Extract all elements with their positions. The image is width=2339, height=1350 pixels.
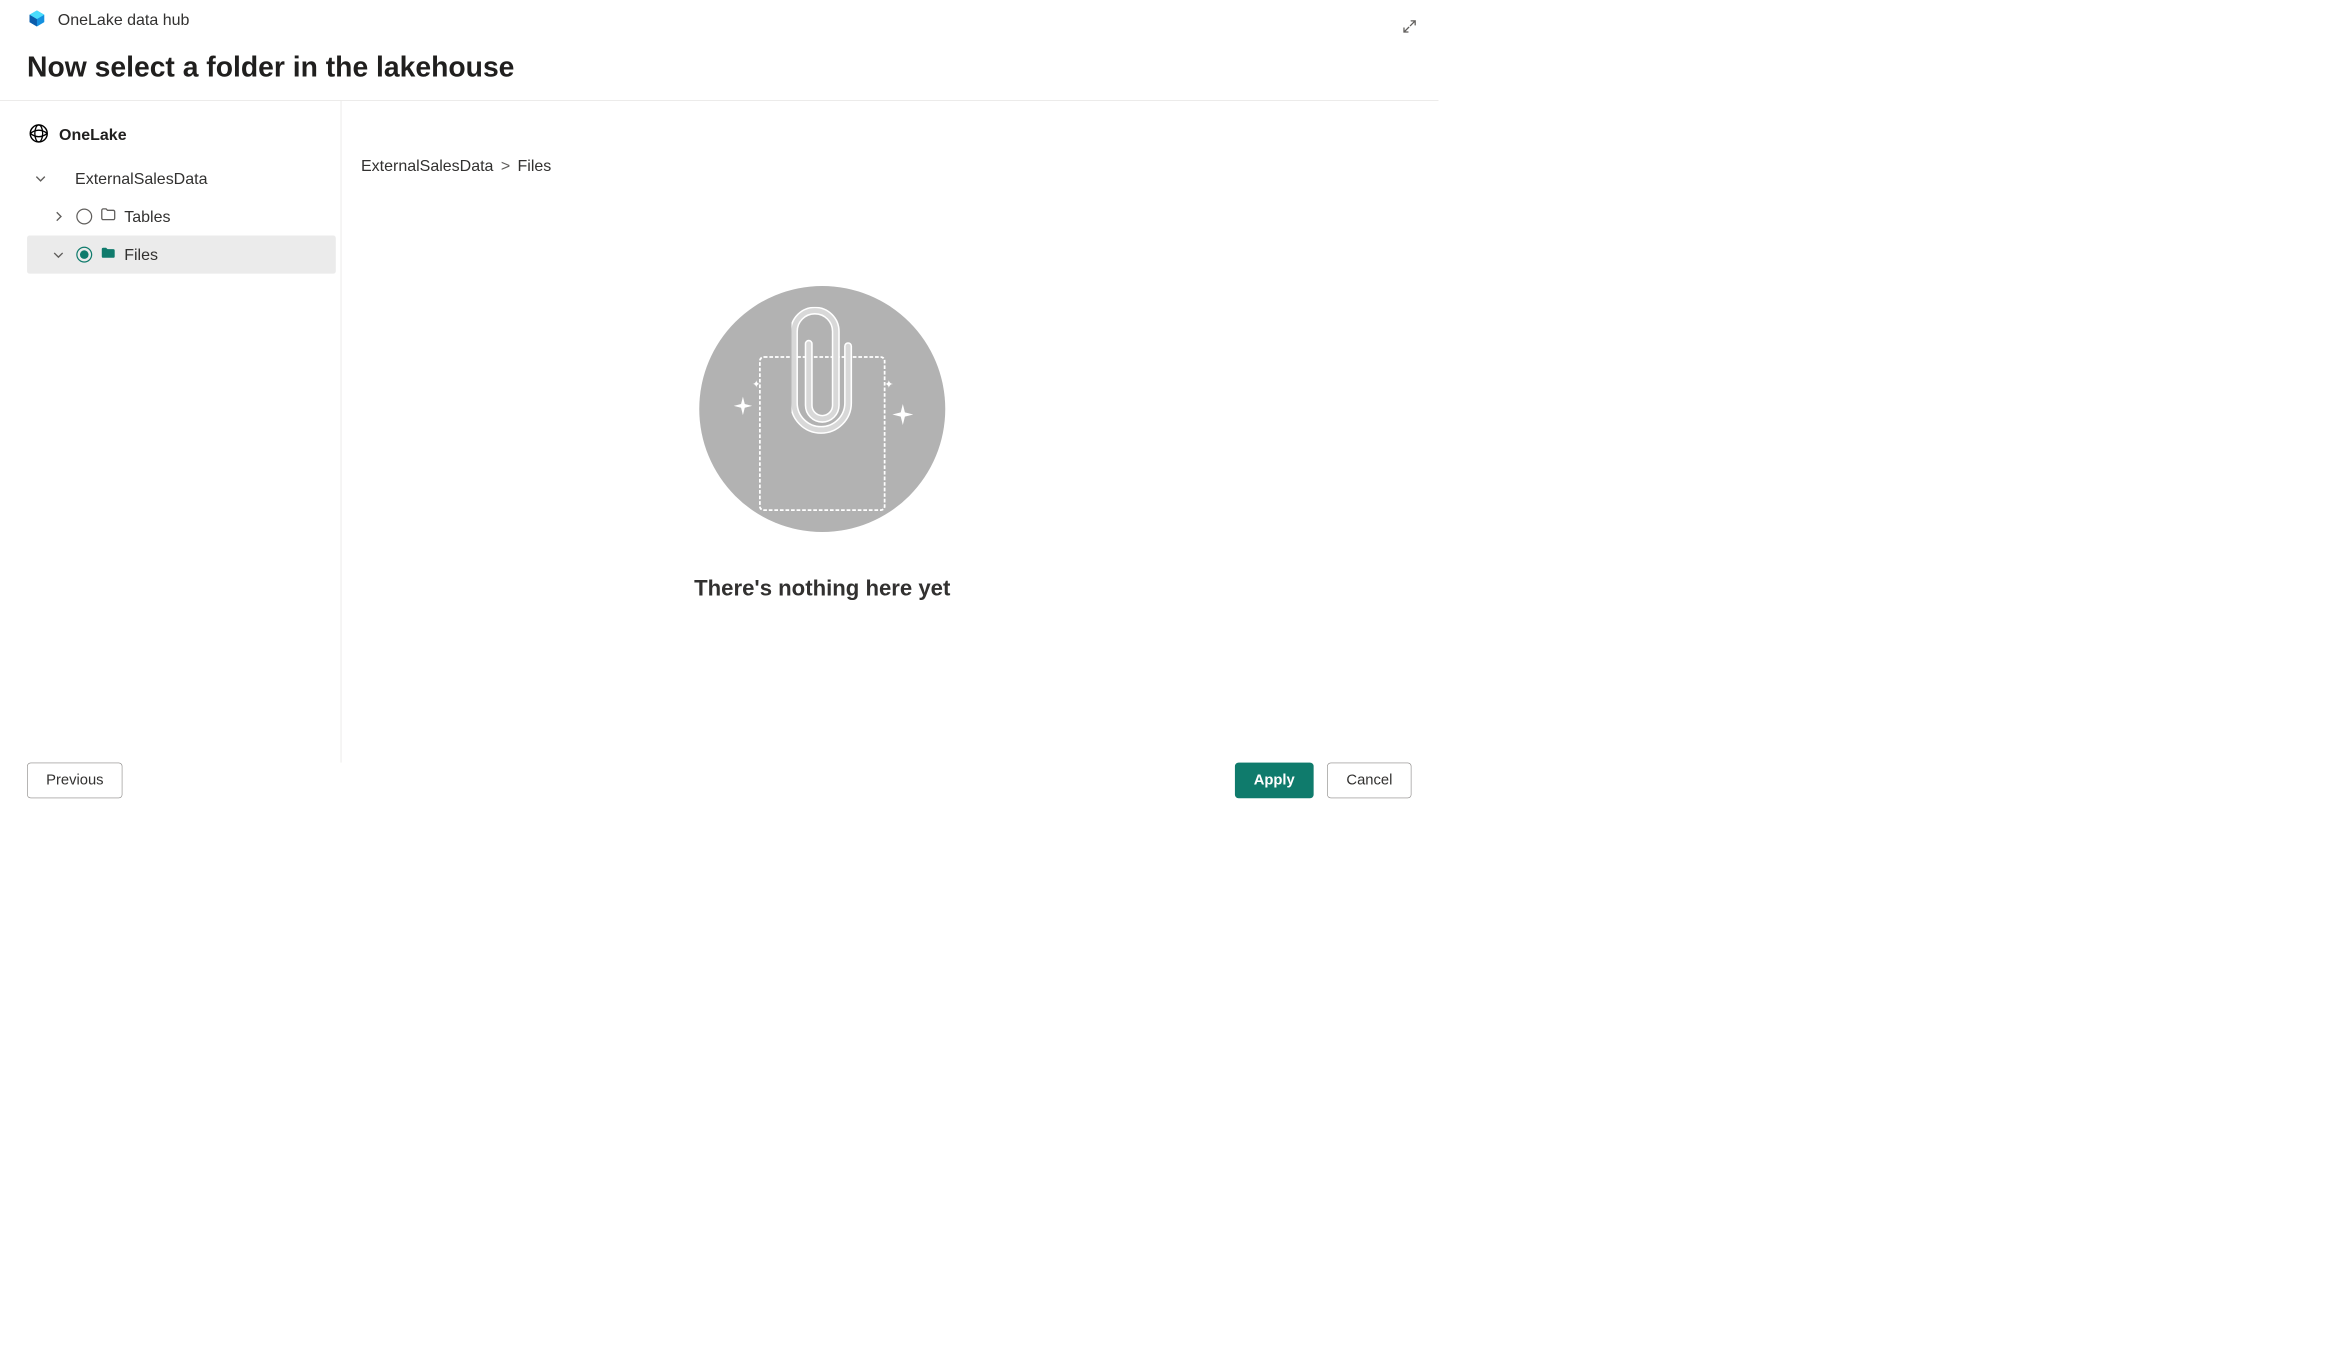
radio-unchecked-icon[interactable]	[76, 208, 92, 224]
sparkle-icon: ✦	[752, 378, 760, 390]
tree-node-label: Tables	[124, 207, 170, 226]
folder-filled-icon	[100, 244, 117, 266]
chevron-down-icon[interactable]	[48, 248, 69, 262]
main-content: ExternalSalesData > Files	[341, 101, 1438, 763]
paperclip-icon	[792, 307, 854, 439]
sparkle-icon	[734, 397, 752, 419]
dialog-header: OneLake data hub Now select a folder in …	[0, 0, 1438, 100]
tree-node-label: Files	[124, 245, 158, 264]
empty-state: ✦ ✦ There's nothing here yet	[226, 286, 1419, 743]
radio-checked-icon[interactable]	[76, 247, 92, 263]
tree-root-onelake[interactable]: OneLake	[0, 118, 341, 152]
chevron-right-icon: >	[501, 156, 510, 175]
empty-state-message: There's nothing here yet	[694, 575, 950, 601]
expand-icon[interactable]	[1398, 15, 1421, 41]
tree-node-lakehouse[interactable]: ExternalSalesData	[0, 159, 341, 197]
cancel-button[interactable]: Cancel	[1327, 763, 1411, 799]
tree-node-files[interactable]: Files	[27, 236, 336, 274]
chevron-right-icon[interactable]	[48, 210, 69, 224]
product-title: OneLake data hub	[58, 10, 190, 29]
tree-node-tables[interactable]: Tables	[0, 197, 341, 235]
apply-button[interactable]: Apply	[1235, 763, 1314, 799]
sparkle-icon	[892, 404, 913, 428]
onelake-globe-icon	[28, 123, 49, 147]
empty-state-illustration: ✦ ✦	[699, 286, 945, 532]
onelake-logo-icon	[27, 9, 47, 32]
chevron-down-icon[interactable]	[32, 172, 49, 186]
dialog-footer: Previous Apply Cancel	[0, 763, 1438, 831]
sparkle-icon: ✦	[884, 378, 893, 391]
previous-button[interactable]: Previous	[27, 763, 123, 799]
breadcrumb-item[interactable]: ExternalSalesData	[361, 156, 493, 175]
page-heading: Now select a folder in the lakehouse	[27, 50, 1411, 83]
tree-node-label: ExternalSalesData	[75, 169, 207, 188]
folder-outline-icon	[100, 206, 117, 228]
breadcrumb-item[interactable]: Files	[518, 156, 552, 175]
breadcrumb: ExternalSalesData > Files	[361, 156, 1419, 175]
tree-root-label: OneLake	[59, 125, 127, 144]
